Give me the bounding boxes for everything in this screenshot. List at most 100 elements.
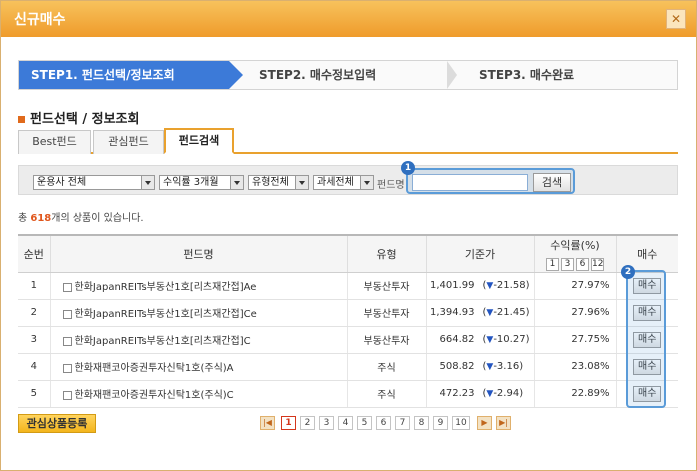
- fund-type: 주식: [346, 353, 426, 381]
- callout-badge-2: 2: [621, 265, 635, 279]
- tab-best-fund[interactable]: Best펀드: [18, 130, 91, 154]
- return-period-select-value: 수익률 3개월: [163, 177, 219, 188]
- price-cell: 1,394.93 (▼-21.45): [425, 299, 534, 327]
- base-price: 508.82: [439, 361, 475, 372]
- fund-checkbox[interactable]: [62, 282, 72, 292]
- search-button[interactable]: 검색: [533, 173, 571, 192]
- header-type: 유형: [346, 234, 426, 273]
- search-filter-bar: 운용사 전체 수익률 3개월 유형전체 과세전체 펀드명 검색 1: [18, 161, 678, 195]
- fund-cell: 한화JapanREITs부동산1호[리츠재간접]C: [49, 326, 347, 354]
- result-count-prefix: 총: [18, 213, 31, 224]
- header-return: 수익률(%) 1 3 6 12: [533, 234, 616, 273]
- chevron-down-icon: [141, 176, 154, 189]
- page-6[interactable]: 6: [376, 416, 391, 430]
- fund-cell: 한화JapanREITs부동산1호[리츠재간접]Ce: [49, 299, 347, 327]
- price-change-value: -10.27: [493, 334, 526, 345]
- fund-type: 부동산투자: [346, 272, 426, 300]
- page-4[interactable]: 4: [338, 416, 353, 430]
- page-10[interactable]: 10: [452, 416, 470, 430]
- fund-cell: 한화JapanREITs부동산1호[리츠재간접]Ae: [49, 272, 347, 300]
- window-content: STEP1. 펀드선택/정보조회 STEP2. 매수정보입력 STEP3. 매수…: [1, 37, 696, 470]
- bullet-icon: [18, 116, 25, 123]
- fund-type: 주식: [346, 380, 426, 408]
- tab-interest-fund[interactable]: 관심펀드: [93, 130, 164, 154]
- step-indicator: STEP1. 펀드선택/정보조회 STEP2. 매수정보입력 STEP3. 매수…: [18, 60, 678, 90]
- return-period-buttons: 1 3 6 12: [535, 256, 616, 271]
- tax-select-value: 과세전체: [317, 177, 354, 188]
- row-no: 4: [18, 353, 50, 381]
- type-select[interactable]: 유형전체: [248, 175, 309, 190]
- price-change-value: -21.58: [493, 280, 526, 291]
- close-icon[interactable]: ✕: [666, 9, 686, 29]
- company-select[interactable]: 운용사 전체: [33, 175, 155, 190]
- window-titlebar: 신규매수 ✕: [1, 1, 696, 37]
- fund-table: 순번 펀드명 유형 기준가 수익률(%) 1 3 6 12 매수 1 한화Jap…: [18, 234, 678, 408]
- return-period-select[interactable]: 수익률 3개월: [159, 175, 244, 190]
- table-row: 5 한화재팬코아증권투자신탁1호(주식)C 주식 472.23 (▼-2.94) …: [18, 380, 678, 408]
- step-3: STEP3. 매수완료: [479, 68, 575, 82]
- fund-type: 부동산투자: [346, 326, 426, 354]
- base-price: 1,394.93: [429, 307, 475, 318]
- page-9[interactable]: 9: [433, 416, 448, 430]
- return-value: 27.75%: [533, 326, 616, 354]
- fund-name[interactable]: 한화JapanREITs부동산1호[리츠재간접]Ce: [75, 309, 257, 320]
- header-no: 순번: [18, 234, 50, 273]
- fund-name[interactable]: 한화JapanREITs부동산1호[리츠재간접]Ae: [75, 282, 257, 293]
- fund-checkbox[interactable]: [62, 390, 72, 400]
- page-2[interactable]: 2: [300, 416, 315, 430]
- fund-type: 부동산투자: [346, 299, 426, 327]
- next-page-icon[interactable]: ▶: [477, 416, 492, 430]
- fund-checkbox[interactable]: [62, 336, 72, 346]
- company-select-value: 운용사 전체: [37, 177, 87, 188]
- header-fund-name: 펀드명: [49, 234, 347, 273]
- page-3[interactable]: 3: [319, 416, 334, 430]
- table-row: 3 한화JapanREITs부동산1호[리츠재간접]C 부동산투자 664.82…: [18, 326, 678, 354]
- step-1: STEP1. 펀드선택/정보조회: [19, 61, 229, 89]
- price-change: (▼-10.27): [482, 334, 530, 345]
- period-button-6[interactable]: 6: [576, 257, 589, 271]
- fund-name-input[interactable]: [412, 174, 528, 191]
- page-5[interactable]: 5: [357, 416, 372, 430]
- table-row: 2 한화JapanREITs부동산1호[리츠재간접]Ce 부동산투자 1,394…: [18, 299, 678, 327]
- price-cell: 472.23 (▼-2.94): [425, 380, 534, 408]
- page-7[interactable]: 7: [395, 416, 410, 430]
- period-button-1[interactable]: 1: [546, 257, 559, 271]
- price-change: (▼-21.45): [482, 307, 530, 318]
- base-price: 664.82: [439, 334, 475, 345]
- first-page-icon[interactable]: |◀: [260, 416, 275, 430]
- table-row: 4 한화재팬코아증권투자신탁1호(주식)A 주식 508.82 (▼-3.16) …: [18, 353, 678, 381]
- fund-name[interactable]: 한화재팬코아증권투자신탁1호(주식)A: [75, 363, 234, 374]
- fund-checkbox[interactable]: [62, 363, 72, 373]
- step-2: STEP2. 매수정보입력: [259, 68, 377, 82]
- step-separator: [447, 61, 457, 89]
- type-select-value: 유형전체: [252, 177, 289, 188]
- last-page-icon[interactable]: ▶|: [496, 416, 511, 430]
- fund-name[interactable]: 한화JapanREITs부동산1호[리츠재간접]C: [75, 336, 251, 347]
- result-count: 총 618개의 상품이 있습니다.: [18, 209, 144, 224]
- section-title: 펀드선택 / 정보조회: [18, 108, 139, 127]
- page-1[interactable]: 1: [281, 416, 296, 430]
- step-1-arrow: [229, 61, 243, 89]
- table-header-row: 순번 펀드명 유형 기준가 수익률(%) 1 3 6 12 매수: [18, 234, 678, 273]
- fund-checkbox[interactable]: [62, 309, 72, 319]
- period-button-3[interactable]: 3: [561, 257, 574, 271]
- header-return-label: 수익률(%): [550, 238, 600, 252]
- row-no: 1: [18, 272, 50, 300]
- tab-fund-search[interactable]: 펀드검색: [164, 128, 234, 154]
- return-value: 22.89%: [533, 380, 616, 408]
- base-price: 1,401.99: [429, 280, 475, 291]
- result-count-suffix: 개의 상품이 있습니다.: [51, 213, 144, 224]
- section-title-text: 펀드선택 / 정보조회: [30, 112, 140, 127]
- tax-select[interactable]: 과세전체: [313, 175, 374, 190]
- fund-name[interactable]: 한화재팬코아증권투자신탁1호(주식)C: [75, 390, 234, 401]
- price-cell: 664.82 (▼-10.27): [425, 326, 534, 354]
- table-row: 1 한화JapanREITs부동산1호[리츠재간접]Ae 부동산투자 1,401…: [18, 272, 678, 300]
- row-no: 5: [18, 380, 50, 408]
- base-price: 472.23: [439, 388, 475, 399]
- period-button-12[interactable]: 12: [591, 257, 604, 271]
- return-value: 27.96%: [533, 299, 616, 327]
- page-8[interactable]: 8: [414, 416, 429, 430]
- row-no: 3: [18, 326, 50, 354]
- fund-cell: 한화재팬코아증권투자신탁1호(주식)C: [49, 380, 347, 408]
- add-to-favorites-button[interactable]: 관심상품등록: [18, 414, 96, 433]
